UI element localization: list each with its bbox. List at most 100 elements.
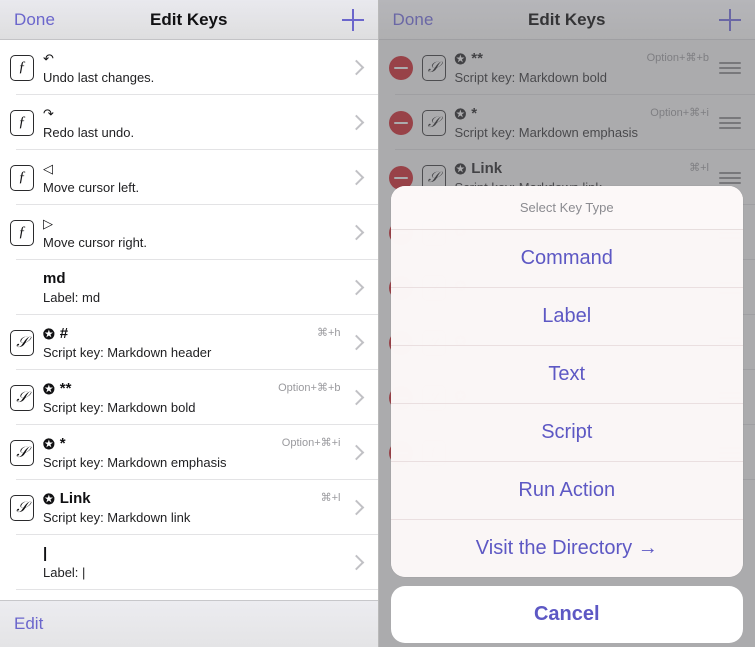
- action-sheet-item-2[interactable]: Text: [390, 346, 743, 404]
- function-type-icon: ƒ: [10, 219, 34, 246]
- chevron-right-icon: [348, 279, 364, 296]
- row-subtitle: Move cursor left.: [43, 180, 140, 195]
- table-row[interactable]: 𝒮 ✪* Script key: Markdown emphasis Option+⌘…: [0, 425, 378, 480]
- sparkle-icon: ✪: [43, 490, 55, 507]
- sparkle-icon: ✪: [43, 435, 55, 452]
- chevron-right-icon: [348, 334, 364, 351]
- row-title: |: [43, 545, 335, 562]
- row-title: ✪*: [43, 435, 276, 452]
- table-row[interactable]: ƒ ▷ Move cursor right.: [0, 205, 378, 260]
- row-title: ◁: [43, 160, 335, 177]
- row-title-text: ↷: [43, 106, 54, 121]
- row-title-text: ↶: [43, 51, 54, 66]
- sparkle-icon: ✪: [43, 325, 55, 342]
- row-subtitle: Script key: Markdown emphasis: [43, 455, 227, 470]
- row-title: ↶: [43, 50, 335, 67]
- row-body: ✪Link Script key: Markdown link: [43, 490, 321, 525]
- plus-icon[interactable]: [341, 8, 364, 31]
- action-sheet-item-4[interactable]: Run Action: [390, 462, 743, 520]
- page-title-right: Edit Keys: [528, 9, 606, 29]
- row-body: ✪** Script key: Markdown bold: [43, 380, 278, 415]
- done-button-right[interactable]: Done: [393, 10, 434, 30]
- row-title-text: Link: [59, 490, 91, 507]
- page-title: Edit Keys: [150, 9, 228, 29]
- cancel-button[interactable]: Cancel: [390, 586, 743, 643]
- chevron-right-icon: [348, 224, 364, 241]
- screenshot-root: Done Edit Keys ƒ ↶ Undo last changes. ƒ ↷ Red…: [0, 0, 755, 647]
- row-shortcut: Option+⌘+b: [278, 382, 341, 394]
- function-type-icon: ƒ: [10, 109, 34, 136]
- left-panel: Done Edit Keys ƒ ↶ Undo last changes. ƒ ↷ Red…: [0, 0, 378, 647]
- edit-button[interactable]: Edit: [14, 614, 43, 634]
- chevron-right-icon: [348, 59, 364, 76]
- row-title: ↷: [43, 105, 335, 122]
- row-title-text: #: [59, 325, 69, 342]
- function-type-icon: ƒ: [10, 54, 34, 81]
- row-body: ↷ Redo last undo.: [43, 105, 341, 140]
- row-title: ✪**: [43, 380, 272, 397]
- right-navbar: Done Edit Keys: [378, 0, 755, 40]
- chevron-right-icon: [348, 499, 364, 516]
- row-subtitle: Label: |: [43, 565, 86, 580]
- action-sheet-body: Select Key Type Command Label Text Script Ru…: [390, 186, 743, 577]
- row-body: ✪ # Script key: Markdown header: [43, 325, 317, 360]
- row-body: md Label: md: [43, 270, 341, 305]
- row-subtitle: Redo last undo.: [43, 125, 135, 140]
- sparkle-icon: ✪: [43, 380, 55, 397]
- row-title: ✪ #: [43, 325, 311, 342]
- no-type-icon: [10, 550, 34, 576]
- row-shortcut: ⌘+h: [316, 327, 341, 339]
- row-title-text: ▷: [43, 216, 53, 231]
- action-sheet: Select Key Type Command Label Text Script Ru…: [390, 186, 743, 643]
- row-subtitle: Undo last changes.: [43, 70, 155, 85]
- row-title: md: [43, 270, 335, 287]
- left-toolbar: Edit: [0, 600, 378, 647]
- row-subtitle: Label: md: [43, 290, 101, 305]
- row-title-text: md: [43, 270, 66, 287]
- row-subtitle: Script key: Markdown bold: [43, 400, 196, 415]
- row-title: ✪Link: [43, 490, 315, 507]
- script-type-icon: 𝒮: [10, 439, 34, 466]
- table-row[interactable]: ƒ ◁ Move cursor left.: [0, 150, 378, 205]
- table-row[interactable]: | Label: |: [0, 535, 378, 590]
- row-title-text: |: [43, 545, 48, 562]
- row-subtitle: Move cursor right.: [43, 235, 148, 250]
- done-button[interactable]: Done: [14, 10, 55, 30]
- row-body: ↶ Undo last changes.: [43, 50, 341, 85]
- row-body: | Label: |: [43, 545, 341, 580]
- chevron-right-icon: [348, 554, 364, 571]
- script-type-icon: 𝒮: [10, 329, 34, 356]
- row-shortcut: ⌘+l: [320, 492, 341, 504]
- action-sheet-item-1[interactable]: Label: [390, 288, 743, 346]
- table-row[interactable]: 𝒮 ✪ # Script key: Markdown header ⌘+h: [0, 315, 378, 370]
- action-sheet-item-5[interactable]: Visit the Directory →: [390, 520, 743, 577]
- row-title-text: ◁: [43, 161, 53, 176]
- table-row[interactable]: ƒ ↷ Redo last undo.: [0, 95, 378, 150]
- action-sheet-item-3[interactable]: Script: [390, 404, 743, 462]
- table-row[interactable]: md Label: md: [0, 260, 378, 315]
- function-type-icon: ƒ: [10, 164, 34, 191]
- keys-list: ƒ ↶ Undo last changes. ƒ ↷ Redo last undo. ƒ ◁ M…: [0, 40, 378, 590]
- row-body: ◁ Move cursor left.: [43, 160, 341, 195]
- table-row[interactable]: 𝒮 ✪Link Script key: Markdown link ⌘+l: [0, 480, 378, 535]
- chevron-right-icon: [348, 389, 364, 406]
- table-row[interactable]: 𝒮 ✪** Script key: Markdown bold Option+⌘+b: [0, 370, 378, 425]
- row-subtitle: Script key: Markdown link: [43, 510, 191, 525]
- row-title: ▷: [43, 215, 335, 232]
- action-sheet-item-0[interactable]: Command: [390, 230, 743, 288]
- row-title-text: **: [59, 380, 72, 397]
- chevron-right-icon: [348, 114, 364, 131]
- no-type-icon: [10, 275, 34, 301]
- row-body: ▷ Move cursor right.: [43, 215, 341, 250]
- table-row[interactable]: ƒ ↶ Undo last changes.: [0, 40, 378, 95]
- action-sheet-title: Select Key Type: [390, 186, 743, 230]
- chevron-right-icon: [348, 444, 364, 461]
- row-title-text: *: [59, 435, 66, 452]
- row-body: ✪* Script key: Markdown emphasis: [43, 435, 282, 470]
- chevron-right-icon: [348, 169, 364, 186]
- script-type-icon: 𝒮: [10, 494, 34, 521]
- plus-icon-right[interactable]: [719, 8, 741, 31]
- left-navbar: Done Edit Keys: [0, 0, 378, 40]
- script-type-icon: 𝒮: [10, 384, 34, 411]
- row-subtitle: Script key: Markdown header: [43, 345, 212, 360]
